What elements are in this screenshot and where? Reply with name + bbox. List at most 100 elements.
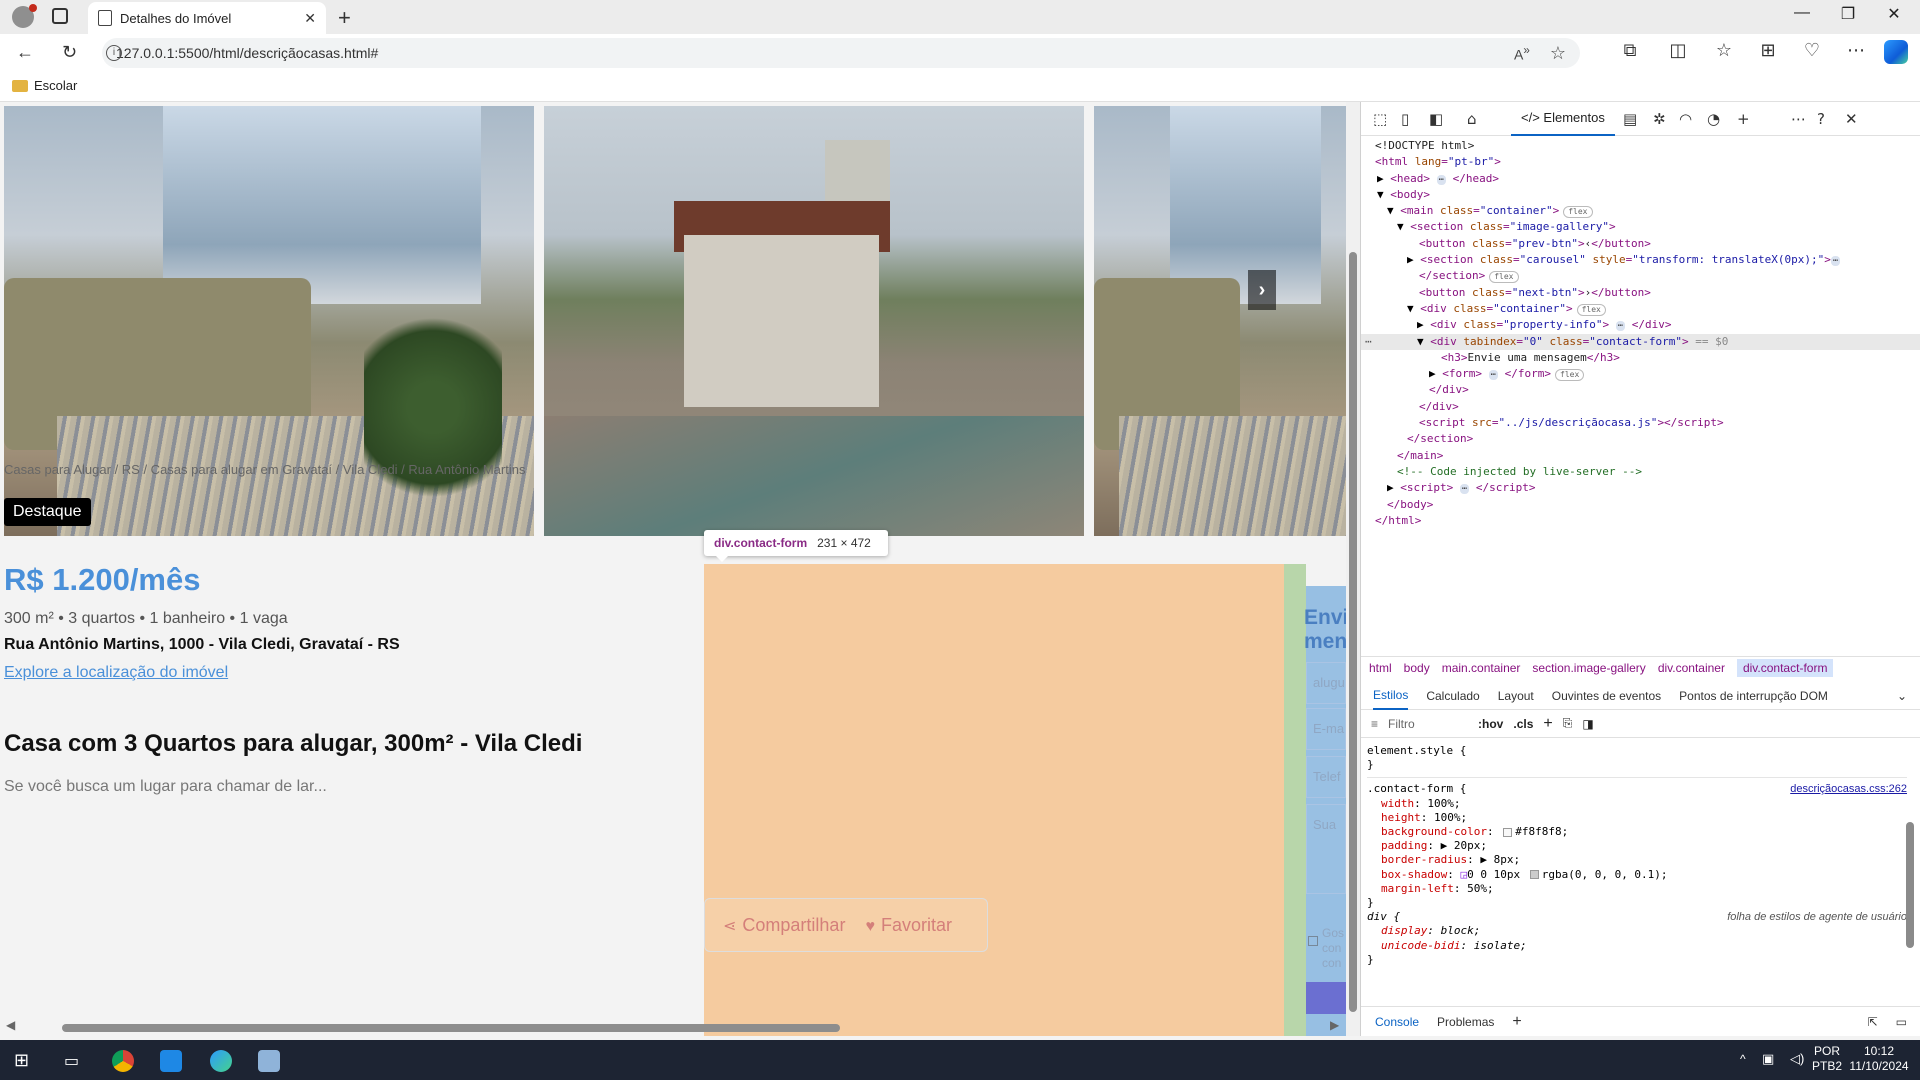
crumb-div-contact-form[interactable]: div.contact-form <box>1736 658 1834 677</box>
hov-toggle[interactable]: :hov <box>1478 717 1503 731</box>
share-button[interactable]: ⋖ Compartilhar <box>723 915 845 936</box>
chrome-icon[interactable] <box>112 1050 134 1072</box>
device-emulation-icon[interactable]: ▯ <box>1401 110 1409 128</box>
split-screen-icon[interactable]: ◫ <box>1664 40 1692 61</box>
color-swatch[interactable] <box>1529 870 1539 880</box>
flex-badge[interactable]: flex <box>1555 369 1585 382</box>
tab-dom-breakpoints[interactable]: Pontos de interrupção DOM <box>1679 689 1828 703</box>
form-submit-button[interactable] <box>1306 982 1346 1014</box>
dom-node[interactable]: <html lang="pt-br"> <box>1361 154 1920 170</box>
dom-node[interactable]: ▶ <div class="property-info"> ⋯ </div> <box>1361 317 1920 333</box>
dom-node[interactable]: ▼ <main class="container"> flex <box>1361 203 1920 219</box>
css-source-link[interactable]: descriçãocasas.css:262 <box>1790 782 1907 796</box>
inspect-icon[interactable]: ⬚ <box>1373 110 1387 128</box>
address-bar[interactable]: i 127.0.0.1:5500/html/descriçãocasas.htm… <box>102 38 1580 68</box>
form-field-message[interactable]: Sua <box>1306 804 1346 894</box>
sources-icon[interactable]: ✲ <box>1653 110 1666 128</box>
dock-icon[interactable]: ◧ <box>1429 110 1443 128</box>
volume-icon[interactable]: ◁) <box>1790 1051 1804 1067</box>
crumb-div-container[interactable]: div.container <box>1658 661 1725 675</box>
back-icon[interactable]: ← <box>16 42 34 63</box>
dom-node[interactable]: ▼ <div class="container"> flex <box>1361 301 1920 317</box>
dom-node[interactable]: ▼ <section class="image-gallery"> <box>1361 219 1920 235</box>
minimize-button[interactable]: — <box>1780 4 1824 22</box>
css-declaration[interactable]: display: block; <box>1367 924 1907 938</box>
more-menu-icon[interactable]: ⋯ <box>1842 40 1870 61</box>
flex-badge[interactable]: flex <box>1489 271 1519 284</box>
checkbox[interactable] <box>1308 936 1318 946</box>
css-declaration[interactable]: background-color: #f8f8f8; <box>1367 825 1907 839</box>
language-indicator[interactable]: POR PTB2 <box>1812 1044 1842 1074</box>
form-consent-checkbox[interactable]: Gos con con <box>1308 926 1344 971</box>
vertical-scrollbar[interactable] <box>1346 102 1360 1036</box>
crumb-body[interactable]: body <box>1404 661 1430 675</box>
close-tab-icon[interactable]: ✕ <box>304 10 316 27</box>
browser-tab[interactable]: Detalhes do Imóvel ✕ <box>88 2 326 34</box>
dom-node[interactable]: <button class="prev-btn">‹</button> <box>1361 236 1920 252</box>
cls-toggle[interactable]: .cls <box>1513 717 1533 731</box>
task-view-icon[interactable]: ▭ <box>64 1051 79 1071</box>
tab-styles[interactable]: Estilos <box>1373 682 1409 710</box>
crumb-main[interactable]: main.container <box>1442 661 1521 675</box>
flex-badge[interactable]: flex <box>1563 206 1593 219</box>
close-window-button[interactable]: ✕ <box>1872 4 1916 24</box>
scroll-thumb[interactable] <box>1349 252 1357 1012</box>
dom-node[interactable]: ▶ <script> ⋯ </script> <box>1361 480 1920 496</box>
css-declaration[interactable]: padding: ▶ 20px; <box>1367 839 1907 853</box>
network-tray-icon[interactable]: ▣ <box>1762 1051 1774 1067</box>
dom-node[interactable]: ▶ <head> ⋯ </head> <box>1361 171 1920 187</box>
vscode-icon[interactable] <box>160 1050 182 1072</box>
styles-scrollbar[interactable] <box>1906 822 1914 948</box>
element-style-rule[interactable]: element.style { <box>1367 744 1907 758</box>
color-swatch[interactable] <box>1503 827 1513 837</box>
form-field-email[interactable]: E-ma <box>1306 708 1346 750</box>
tab-elements[interactable]: </> Elementos <box>1511 102 1615 136</box>
css-declaration[interactable]: width: 100%; <box>1367 797 1907 811</box>
tab-computed[interactable]: Calculado <box>1426 689 1479 703</box>
site-info-icon[interactable]: i <box>106 45 122 61</box>
drawer-tab-console[interactable]: Console <box>1375 1015 1419 1029</box>
reload-icon[interactable]: ↻ <box>62 42 77 63</box>
dom-node[interactable]: </main> <box>1361 448 1920 464</box>
edge-icon[interactable] <box>210 1050 232 1072</box>
css-declaration[interactable]: unicode-bidi: isolate; <box>1367 939 1907 953</box>
new-rule-icon[interactable]: + <box>1543 715 1552 733</box>
contact-form-rule[interactable]: .contact-form {descriçãocasas.css:262 <box>1367 782 1907 796</box>
clock[interactable]: 10:12 11/10/2024 <box>1846 1044 1912 1074</box>
dom-node[interactable]: <h3>Envie uma mensagem</h3> <box>1361 350 1920 366</box>
css-declaration[interactable]: border-radius: ▶ 8px; <box>1367 853 1907 867</box>
new-tab-button[interactable]: + <box>338 5 351 31</box>
dom-node[interactable]: ▼ <body> <box>1361 187 1920 203</box>
dom-node[interactable]: </div> <box>1361 382 1920 398</box>
undock-drawer-icon[interactable]: ⇱ <box>1868 1015 1878 1029</box>
gallery-next-button[interactable]: › <box>1248 270 1276 310</box>
scroll-left-icon[interactable]: ◀ <box>6 1018 15 1032</box>
form-field-subject[interactable]: alugu <box>1306 662 1346 704</box>
dom-node-selected[interactable]: ⋯ ▼ <div tabindex="0" class="contact-form… <box>1361 333 1920 350</box>
dom-node[interactable]: </div> <box>1361 399 1920 415</box>
filter-input[interactable]: Filtro <box>1388 717 1468 731</box>
horizontal-scrollbar[interactable]: ◀ ▶ <box>0 1016 1346 1036</box>
favorite-star-icon[interactable]: ☆ <box>1550 43 1566 64</box>
drawer-toggle-icon[interactable]: ▭ <box>1896 1015 1907 1029</box>
dom-node[interactable]: </section> <box>1361 431 1920 447</box>
dom-node[interactable]: </section> flex <box>1361 268 1920 284</box>
flex-badge[interactable]: flex <box>1576 303 1606 316</box>
dom-node[interactable]: ▶ <form> ⋯ </form> flex <box>1361 366 1920 382</box>
scroll-thumb[interactable] <box>62 1024 840 1032</box>
breadcrumb[interactable]: Casas para Alugar / RS / Casas para alug… <box>4 462 525 477</box>
node-menu-icon[interactable]: ⋯ <box>1365 334 1372 350</box>
tab-layout[interactable]: Layout <box>1498 689 1534 703</box>
chevron-down-icon[interactable]: ⌄ <box>1897 689 1907 703</box>
performance-icon[interactable]: ◔ <box>1707 110 1720 128</box>
help-icon[interactable]: ? <box>1817 110 1825 128</box>
css-declaration[interactable]: margin-left: 50%; <box>1367 882 1907 896</box>
tab-actions-icon[interactable] <box>52 8 68 24</box>
more-tools-icon[interactable]: ⋯ <box>1791 110 1806 128</box>
restore-button[interactable]: ❐ <box>1826 4 1870 24</box>
close-devtools-icon[interactable]: ✕ <box>1845 110 1858 128</box>
favorite-button[interactable]: ♥ Favoritar <box>865 915 952 936</box>
favorites-icon[interactable]: ☆ <box>1710 40 1738 61</box>
network-icon[interactable]: ◠ <box>1679 110 1692 128</box>
form-field-phone[interactable]: Telef <box>1306 756 1346 798</box>
